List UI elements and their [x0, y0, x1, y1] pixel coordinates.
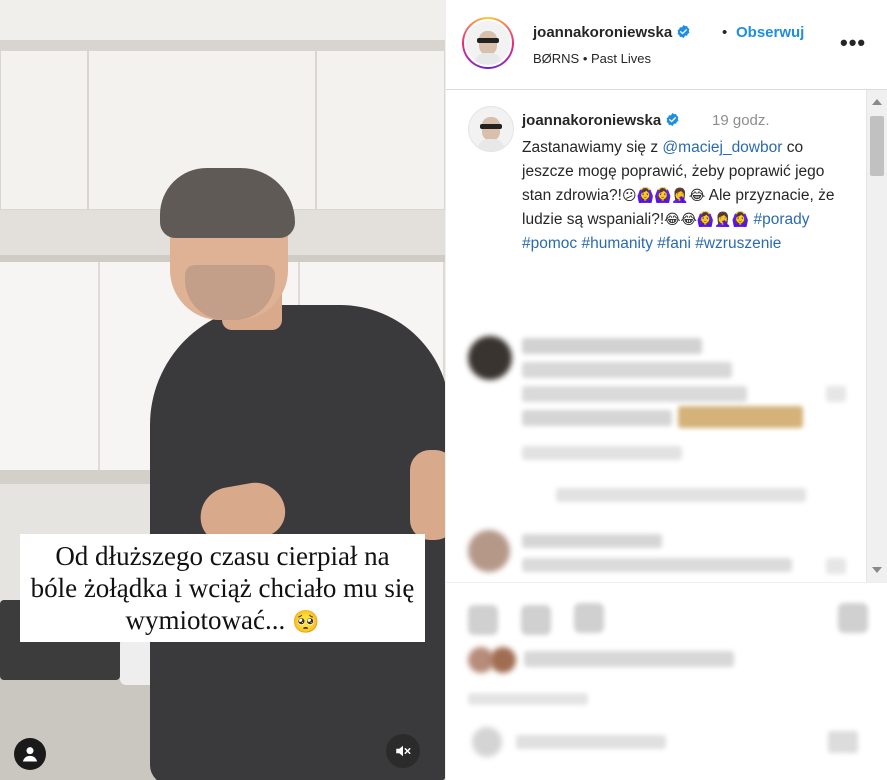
scroll-up-arrow[interactable] [872, 99, 882, 105]
comment-avatar[interactable] [468, 336, 512, 380]
video-text-overlay: Od dłuższego czasu cierpiał na bóle żołą… [20, 534, 425, 642]
scroll-thumb[interactable] [870, 116, 884, 176]
more-options-icon[interactable]: ••• [840, 30, 866, 56]
comment-avatar[interactable] [468, 530, 510, 572]
hashtag-link[interactable]: #porady [754, 211, 810, 228]
caption-username-text[interactable]: joannakoroniewska [522, 112, 661, 129]
mention-link[interactable]: @maciej_dowbor [662, 139, 782, 156]
wall-panel [0, 262, 100, 472]
caption-text-part: Zastanawiamy się z [522, 139, 663, 156]
scrollbar[interactable] [866, 90, 887, 582]
caption-text: Zastanawiamy się z @maciej_dowbor co jes… [522, 136, 852, 256]
post-panel: joannakoroniewska • Obserwuj BØRNS • Pas… [445, 0, 887, 780]
comment-row [522, 410, 672, 426]
avatar[interactable] [464, 19, 512, 67]
add-comment-input[interactable] [516, 735, 666, 749]
post-comment-button[interactable] [828, 731, 858, 753]
liked-by-text[interactable] [524, 651, 734, 667]
comment-like[interactable] [826, 558, 846, 574]
mute-icon-glyph [396, 745, 411, 757]
hashtag-link[interactable]: #fani [657, 235, 691, 252]
hashtag-link[interactable]: #wzruszenie [695, 235, 781, 252]
follow-button[interactable]: Obserwuj [736, 24, 804, 41]
comment-row [522, 534, 662, 548]
comments-area: joannakoroniewska 19 godz. Zastanawiamy … [446, 90, 866, 582]
mute-icon[interactable] [386, 734, 420, 768]
post-date [468, 693, 588, 705]
user-icon[interactable] [14, 738, 46, 770]
verified-badge-icon [677, 24, 690, 39]
audio-track[interactable]: BØRNS • Past Lives [533, 51, 651, 66]
verified-badge-icon [666, 112, 679, 127]
scroll-down-arrow[interactable] [872, 567, 882, 573]
comment-like[interactable] [826, 386, 846, 402]
comment-row [522, 338, 702, 354]
comment-row [522, 362, 732, 378]
post-username[interactable]: joannakoroniewska [533, 24, 691, 41]
post-header: joannakoroniewska • Obserwuj BØRNS • Pas… [446, 0, 887, 90]
reel-video[interactable]: Od dłuższego czasu cierpiał na bóle żołą… [0, 0, 445, 780]
person-arm [410, 450, 445, 540]
story-ring[interactable] [462, 17, 514, 69]
cabinet-strip [0, 40, 445, 50]
cabinet-door [316, 50, 445, 210]
overlay-text: Od dłuższego czasu cierpiał na bóle żołą… [30, 541, 415, 635]
caption-username[interactable]: joannakoroniewska [522, 112, 680, 129]
separator-dot: • [722, 24, 728, 41]
avatar-face [475, 31, 501, 65]
hashtag-link[interactable]: #humanity [581, 235, 653, 252]
comment-row [522, 386, 747, 402]
hashtag-link[interactable]: #pomoc [522, 235, 577, 252]
emoji-picker-icon[interactable] [472, 727, 502, 757]
liked-by-avatar[interactable] [490, 647, 516, 673]
comment-icon[interactable] [521, 605, 551, 635]
comment-meta [522, 446, 682, 460]
post-actions [446, 582, 887, 780]
user-icon-glyph [22, 747, 38, 762]
caption-avatar[interactable] [468, 106, 514, 152]
save-icon[interactable] [838, 603, 868, 633]
username-text[interactable]: joannakoroniewska [533, 24, 672, 41]
caption-emojis: 😂😂🙆‍♀️🤦‍♀️🙆‍♀️ [664, 211, 750, 227]
post-timestamp[interactable]: 19 godz. [712, 112, 770, 129]
comment-emoji-row [678, 406, 803, 428]
cabinet-door [0, 50, 88, 210]
comment-row [522, 558, 792, 572]
view-replies[interactable] [556, 488, 806, 502]
share-icon[interactable] [574, 603, 604, 633]
like-icon[interactable] [468, 605, 498, 635]
avatar-face [478, 117, 504, 151]
caption-emojis: 😕🙆‍♀️🙆‍♀️🤦‍♀️😂 [621, 187, 706, 203]
overlay-emoji: 🥺 [292, 609, 320, 634]
